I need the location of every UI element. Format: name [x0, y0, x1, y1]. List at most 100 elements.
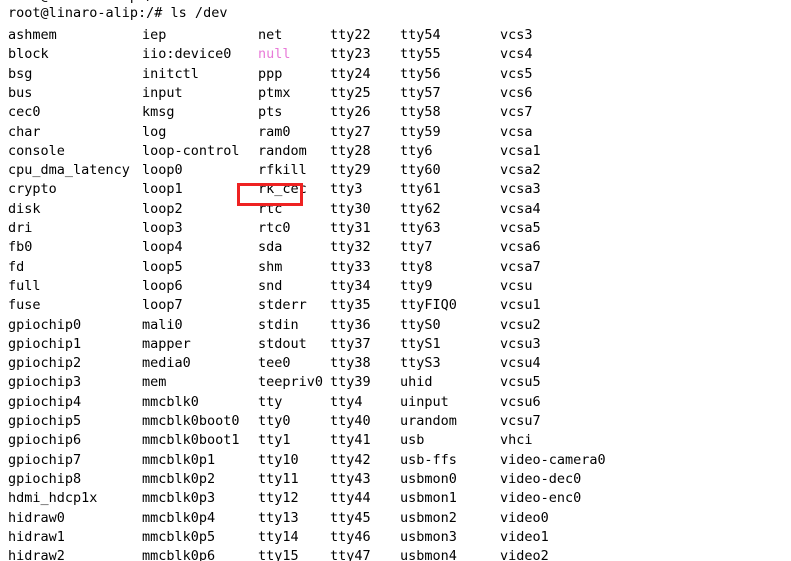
dev-entry: tty28 [330, 142, 371, 159]
dev-entry: cpu_dma_latency [8, 162, 130, 179]
dev-entry: tty38 [330, 355, 371, 372]
dev-entry: vcsa1 [500, 142, 541, 159]
dev-entry: tty0 [258, 413, 291, 429]
dev-entry: gpiochip0 [8, 316, 82, 333]
dev-entry: hidraw2 [8, 548, 65, 561]
dev-entry: tty6 [400, 142, 433, 159]
dev-entry: gpiochip4 [8, 393, 82, 410]
dev-entry: rtc [258, 200, 283, 217]
dev-entry: video0 [500, 509, 549, 526]
dev-entry: mmcblk0boot1 [142, 432, 240, 449]
dev-entry: tty31 [330, 220, 371, 236]
dev-entry: tty45 [330, 509, 371, 526]
dev-entry: vcs4 [500, 46, 533, 63]
dev-entry: teepriv0 [258, 374, 324, 391]
dev-entry: tty54 [400, 27, 441, 43]
dev-entry: ppp [258, 65, 283, 82]
dev-entry: input [142, 84, 183, 101]
dev-entry: null [258, 46, 291, 63]
dev-entry: ttyFIQ0 [400, 297, 457, 314]
dev-entry: tty36 [330, 316, 371, 333]
dev-entry: net [258, 27, 283, 43]
dev-entry: urandom [400, 413, 457, 429]
dev-entry: tty [258, 393, 283, 410]
dev-entry: vcsa2 [500, 162, 541, 179]
dev-entry: media0 [142, 355, 191, 372]
dev-entry: tty1 [258, 432, 291, 449]
dev-entry: tty26 [330, 104, 371, 121]
dev-entry: hdmi_hdcp1x [8, 490, 98, 507]
dev-entry: mali0 [142, 316, 183, 333]
dev-entry: usb-ffs [400, 451, 457, 468]
dev-entry: vcsu [500, 277, 533, 294]
dev-entry: vcs6 [500, 84, 533, 101]
dev-entry: rtc0 [258, 220, 291, 236]
dev-entry: vcsu3 [500, 335, 541, 352]
dev-entry: gpiochip8 [8, 470, 82, 487]
dev-entry: tty32 [330, 239, 371, 256]
dev-entry: cec0 [8, 104, 41, 121]
dev-entry: tty10 [258, 451, 299, 468]
dev-entry: bsg [8, 65, 33, 82]
dev-entry: ttyS0 [400, 316, 441, 333]
dev-entry: vcsa3 [500, 181, 541, 198]
dev-entry: video1 [500, 528, 549, 545]
dev-entry: usb [400, 432, 425, 449]
dev-entry: tty63 [400, 220, 441, 236]
dev-entry: pts [258, 104, 283, 121]
dev-entry: tty22 [330, 27, 371, 43]
dev-entry: ram0 [258, 123, 291, 140]
dev-entry: vcsa7 [500, 258, 541, 275]
dev-entry: bus [8, 84, 33, 101]
dev-entry: ptmx [258, 84, 291, 101]
dev-entry: stderr [258, 297, 307, 314]
dev-entry: mem [142, 374, 167, 391]
dev-entry: tty41 [330, 432, 371, 449]
dev-entry: mmcblk0boot0 [142, 413, 240, 429]
dev-entry: tty14 [258, 528, 299, 545]
dev-entry: loop3 [142, 220, 183, 236]
dev-entry: vcs5 [500, 65, 533, 82]
dev-entry: tty60 [400, 162, 441, 179]
dev-entry: tty13 [258, 509, 299, 526]
dev-entry: char [8, 123, 41, 140]
dev-entry: mmcblk0p6 [142, 548, 216, 561]
dev-entry: tty56 [400, 65, 441, 82]
dev-entry: video-dec0 [500, 470, 582, 487]
dev-entry: fuse [8, 297, 41, 314]
dev-entry: console [8, 142, 65, 159]
dev-entry: tty44 [330, 490, 371, 507]
dev-entry: tty15 [258, 548, 299, 561]
dev-entry: snd [258, 277, 283, 294]
dev-entry: vcsu6 [500, 393, 541, 410]
dev-entry: tty46 [330, 528, 371, 545]
dev-entry: tty23 [330, 46, 371, 63]
dev-entry: tty25 [330, 84, 371, 101]
dev-entry: usbmon0 [400, 470, 457, 487]
terminal-window[interactable]: root@linaro-alip:/# root@linaro-alip:/# … [0, 0, 791, 561]
dev-entry: loop-control [142, 142, 240, 159]
dev-entry: mmcblk0p2 [142, 470, 216, 487]
dev-entry: tty7 [400, 239, 433, 256]
dev-entry: loop6 [142, 277, 183, 294]
dev-entry: uhid [400, 374, 433, 391]
dev-entry: tty3 [330, 181, 363, 198]
dev-entry: tty33 [330, 258, 371, 275]
dev-entry: gpiochip1 [8, 335, 82, 352]
dev-entry: tty57 [400, 84, 441, 101]
dev-entry: loop0 [142, 162, 183, 179]
dev-entry: vcs3 [500, 27, 533, 43]
dev-entry: fd [8, 258, 25, 275]
dev-entry: tty29 [330, 162, 371, 179]
dev-entry: tty40 [330, 413, 371, 429]
dev-entry: vcsa4 [500, 200, 541, 217]
dev-entry: mapper [142, 335, 191, 352]
dev-entry: gpiochip3 [8, 374, 82, 391]
dev-entry: disk [8, 200, 41, 217]
dev-entry: tty42 [330, 451, 371, 468]
dev-entry: tty59 [400, 123, 441, 140]
dev-entry: tty35 [330, 297, 371, 314]
dev-entry: tty12 [258, 490, 299, 507]
dev-entry: mmcblk0p3 [142, 490, 216, 507]
dev-entry: tty61 [400, 181, 441, 198]
